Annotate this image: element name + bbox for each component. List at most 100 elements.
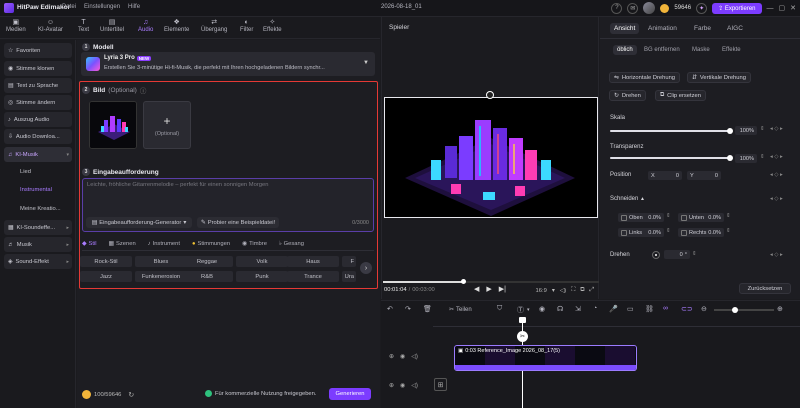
position-x-field[interactable]: X0 bbox=[648, 171, 682, 180]
subtab-effects[interactable]: Effekte bbox=[722, 47, 741, 53]
generate-button[interactable]: Generieren bbox=[329, 388, 371, 400]
fullscreen-icon[interactable]: ⛶ bbox=[571, 287, 575, 294]
crop-top-checkbox[interactable] bbox=[621, 214, 627, 221]
reset-button[interactable]: Zurücksetzen bbox=[739, 283, 791, 294]
undo-icon[interactable]: ↶ bbox=[387, 305, 393, 313]
track-audio-icon[interactable]: ◁) bbox=[411, 382, 418, 389]
aspect-ratio[interactable]: 16:9 bbox=[536, 288, 547, 294]
sidebar-item-ai-sfx[interactable]: ▦ KI-Soundeffe... ▸ bbox=[4, 220, 72, 235]
crop-bottom-field[interactable]: Unten 0.0% bbox=[678, 213, 724, 222]
magnet-icon[interactable]: ⊂⊃ bbox=[681, 305, 693, 313]
crop-left-field[interactable]: Links 0.0% bbox=[618, 228, 664, 237]
time-ruler[interactable] bbox=[433, 319, 800, 327]
snapshot-icon[interactable]: ⧉ bbox=[580, 287, 584, 294]
genre-chip[interactable]: Punk bbox=[236, 271, 288, 282]
sidebar-item-audio-download[interactable]: ⇩ Audio Downloa... bbox=[4, 129, 72, 144]
redo-icon[interactable]: ↷ bbox=[405, 305, 411, 313]
delete-icon[interactable]: 🗑 bbox=[423, 305, 432, 313]
maximize-icon[interactable]: ▢ bbox=[779, 4, 786, 12]
tool-media[interactable]: ▣ Medien bbox=[6, 19, 26, 33]
tool-text[interactable]: T Text bbox=[78, 19, 89, 33]
stepper-icon[interactable]: ⇕ bbox=[666, 213, 671, 219]
flip-horizontal-button[interactable]: ⇋ Horizontale Drehung bbox=[609, 72, 681, 83]
caption-icon[interactable]: ▭ bbox=[627, 305, 634, 313]
genre-chip[interactable]: Funkenerosion bbox=[135, 271, 187, 282]
sample-file-button[interactable]: ✎ Probier eine Beispieldatei! bbox=[197, 217, 279, 228]
crop-bottom-checkbox[interactable] bbox=[681, 214, 687, 221]
tab-moods[interactable]: ● Stimmungen bbox=[192, 241, 230, 247]
sidebar-sub-my-creations[interactable]: Meine Kreatio... bbox=[20, 206, 61, 212]
chevron-down-icon[interactable]: ▾ bbox=[527, 307, 530, 313]
crop-left-checkbox[interactable] bbox=[621, 229, 627, 236]
sidebar-item-extract-audio[interactable]: ♪ Auszug Audio bbox=[4, 112, 72, 127]
voice-icon[interactable]: ☊ bbox=[557, 305, 563, 313]
crop-top-field[interactable]: Oben 0.0% bbox=[618, 213, 664, 222]
tool-subtitle[interactable]: ▤ Untertitel bbox=[100, 19, 124, 33]
keyframe-controls[interactable]: ◂ ◇ ▸ bbox=[770, 154, 783, 160]
transparency-slider-knob[interactable] bbox=[727, 155, 733, 161]
position-y-field[interactable]: Y0 bbox=[687, 171, 721, 180]
tab-scenes[interactable]: ▦ Szenen bbox=[109, 241, 136, 247]
mic-icon[interactable]: 🎤 bbox=[609, 305, 618, 313]
genre-chip[interactable]: Jazz bbox=[80, 271, 132, 282]
gift-icon[interactable]: ✦ bbox=[696, 2, 708, 14]
track-audio-icon[interactable]: ◁) bbox=[411, 353, 418, 360]
tab-aigc[interactable]: AIGC bbox=[727, 25, 743, 32]
stepper-icon[interactable]: ⇕ bbox=[692, 251, 697, 257]
export-button[interactable]: ⇪ Exportieren bbox=[712, 2, 762, 14]
keyframe-controls[interactable]: ◂ ◇ ▸ bbox=[770, 196, 783, 202]
playhead-handle[interactable] bbox=[519, 317, 526, 323]
volume-icon[interactable]: ◁) bbox=[560, 288, 566, 294]
export-frame-icon[interactable]: ⇲ bbox=[575, 305, 581, 313]
scissors-marker-icon[interactable]: ✂ bbox=[517, 331, 528, 342]
tab-color[interactable]: Farbe bbox=[694, 25, 711, 32]
stepper-icon[interactable]: ⇕ bbox=[760, 126, 765, 132]
sidebar-sub-instrumental[interactable]: Instrumental bbox=[20, 187, 52, 193]
sidebar-item-voice-clone[interactable]: ◉ Stimme klonen bbox=[4, 61, 72, 76]
record-icon[interactable]: ◉ bbox=[539, 305, 545, 313]
sidebar-item-ai-music[interactable]: ♫ KI-Musik ▾ bbox=[4, 147, 72, 162]
genre-chip[interactable]: Blues bbox=[135, 256, 187, 267]
timeline-clip[interactable]: ▣ 0:03 Reference_Image 2026_08_17(5) bbox=[454, 345, 637, 371]
sidebar-item-tts[interactable]: ▤ Text zu Sprache bbox=[4, 78, 72, 93]
playback-progress[interactable] bbox=[383, 279, 599, 284]
zoom-out-icon[interactable]: ⊖ bbox=[701, 305, 707, 313]
keyframe-controls[interactable]: ◂ ◇ ▸ bbox=[770, 252, 783, 258]
subtab-common[interactable]: öblich bbox=[613, 45, 637, 55]
sidebar-sub-song[interactable]: Lied bbox=[20, 169, 31, 175]
track-lock-icon[interactable]: ⊕ bbox=[389, 353, 394, 360]
track-visibility-icon[interactable]: ◉ bbox=[400, 382, 405, 389]
scale-slider-knob[interactable] bbox=[727, 128, 733, 134]
close-icon[interactable]: ✕ bbox=[790, 4, 796, 12]
genre-chip[interactable]: Trance bbox=[287, 271, 339, 282]
tab-instrument[interactable]: ♪ Instrument bbox=[148, 241, 180, 247]
playback-knob[interactable] bbox=[461, 279, 466, 284]
subtab-remove-bg[interactable]: BG entfernen bbox=[644, 47, 680, 53]
tab-style[interactable]: ◆ Stil bbox=[82, 241, 97, 247]
keyframe-controls[interactable]: ◂ ◇ ▸ bbox=[770, 172, 783, 178]
shield-icon[interactable]: ⛉ bbox=[497, 305, 502, 313]
tool-elements[interactable]: ❖ Elemente bbox=[164, 19, 189, 33]
subtab-mask[interactable]: Maske bbox=[692, 47, 710, 53]
text-tool-icon[interactable]: Ⓣ bbox=[517, 305, 524, 315]
replace-clip-button[interactable]: ⧉ Clip ersetzen bbox=[655, 90, 706, 101]
tool-audio[interactable]: ♫ Audio bbox=[138, 19, 153, 33]
genre-chip[interactable]: R&B bbox=[181, 271, 233, 282]
crop-right-field[interactable]: Rechts 0.0% bbox=[678, 228, 724, 237]
track-lock-icon[interactable]: ⊕ bbox=[389, 382, 394, 389]
model-selector[interactable]: Lyria 3 Pro NEW Erstellen Sie 3-minütige … bbox=[81, 52, 375, 76]
crop-header[interactable]: Schneiden ▲ bbox=[610, 196, 645, 202]
next-frame-icon[interactable]: ▶| bbox=[499, 285, 506, 293]
stepper-icon[interactable]: ⇕ bbox=[666, 228, 671, 234]
mail-icon[interactable]: ✉ bbox=[627, 2, 639, 14]
expand-icon[interactable]: ⤢ bbox=[589, 287, 594, 294]
genre-chip[interactable]: Haus bbox=[287, 256, 339, 267]
tool-effects[interactable]: ✧ Effekte bbox=[263, 19, 282, 33]
transparency-value[interactable]: 100% bbox=[735, 154, 757, 163]
crop-right-checkbox[interactable] bbox=[681, 229, 687, 236]
zoom-in-icon[interactable]: ⊕ bbox=[777, 305, 783, 313]
genre-chip[interactable]: Reggae bbox=[181, 256, 233, 267]
scale-value[interactable]: 100% bbox=[735, 126, 757, 135]
add-media-icon[interactable]: ⊞ bbox=[434, 378, 447, 391]
refresh-icon[interactable]: ↻ bbox=[128, 391, 134, 399]
